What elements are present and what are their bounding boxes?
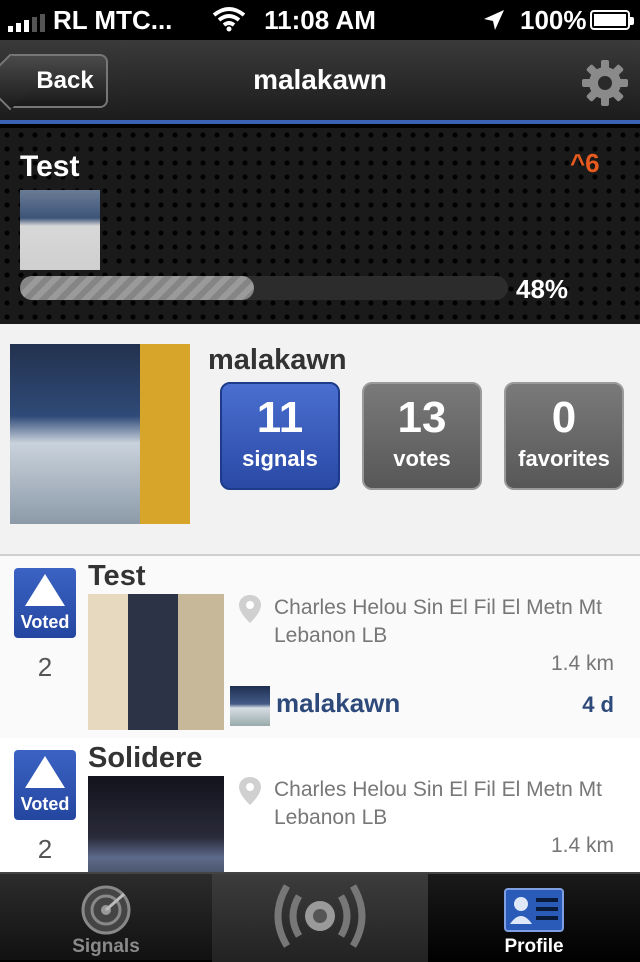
user-avatar xyxy=(230,686,270,726)
favorites-label: favorites xyxy=(518,446,610,471)
gear-icon[interactable] xyxy=(580,58,630,108)
signal-title: Solidere xyxy=(88,742,203,774)
signal-title: Test xyxy=(20,150,80,183)
signals-stat-button[interactable]: 11 signals xyxy=(220,382,340,490)
signal-list[interactable]: Voted 2 Test Charles Helou Sin El Fil El… xyxy=(0,556,640,872)
battery-percent: 100% xyxy=(520,5,587,35)
tab-signals[interactable]: Signals xyxy=(0,874,212,962)
signal-distance: 1.4 km xyxy=(550,834,614,857)
status-bar: RL MTC... 11:08 AM 100% xyxy=(0,0,640,40)
signal-age: 4 d xyxy=(582,692,614,717)
signal-title: Test xyxy=(88,560,146,592)
avatar[interactable] xyxy=(10,344,190,524)
back-label: Back xyxy=(36,67,94,94)
vote-button[interactable]: Voted xyxy=(14,568,76,638)
tab-profile-label: Profile xyxy=(504,936,564,957)
tab-signals-label: Signals xyxy=(72,936,140,957)
signal-photo xyxy=(88,594,224,730)
vote-count-badge: ^6 xyxy=(570,148,600,178)
navigation-bar: Back malakawn xyxy=(0,40,640,124)
votes-label: votes xyxy=(393,446,451,471)
profile-name: malakawn xyxy=(208,344,347,376)
signal-thumbnail xyxy=(20,190,100,270)
tab-bar: Signals Profile xyxy=(0,872,640,962)
voted-label: Voted xyxy=(20,794,70,814)
broadcast-icon xyxy=(274,884,366,948)
vote-count: 2 xyxy=(37,834,53,864)
voted-label: Voted xyxy=(20,612,70,632)
signal-distance: 1.4 km xyxy=(550,652,614,675)
favorites-count: 0 xyxy=(551,393,577,442)
location-pin-icon xyxy=(239,777,261,805)
tab-broadcast[interactable] xyxy=(212,874,428,962)
list-item[interactable]: Voted 2 Solidere Charles Helou Sin El Fi… xyxy=(0,738,640,872)
page-title: malakawn xyxy=(253,64,387,95)
progress-fill xyxy=(20,276,255,300)
upvote-triangle-icon xyxy=(25,756,65,788)
location-pin-icon xyxy=(239,595,261,623)
radar-icon xyxy=(81,885,131,935)
signal-photo xyxy=(88,776,224,872)
votes-count: 13 xyxy=(397,393,447,442)
progress-percent: 48% xyxy=(516,274,569,304)
list-item[interactable]: Voted 2 Test Charles Helou Sin El Fil El… xyxy=(0,556,640,738)
profile-header: malakawn 11 signals 13 votes 0 favorites xyxy=(0,324,640,556)
current-signal-panel[interactable]: Test ^6 48% xyxy=(0,128,640,324)
signal-address: Charles Helou Sin El Fil El Metn Mt Leba… xyxy=(274,778,602,829)
signal-username[interactable]: malakawn xyxy=(276,688,400,719)
vote-count: 2 xyxy=(37,652,53,682)
vote-button[interactable]: Voted xyxy=(14,750,76,820)
upvote-triangle-icon xyxy=(25,574,65,606)
signals-label: signals xyxy=(242,446,318,471)
favorites-stat-button[interactable]: 0 favorites xyxy=(504,382,624,490)
profile-card-icon xyxy=(504,888,564,932)
votes-stat-button[interactable]: 13 votes xyxy=(362,382,482,490)
location-arrow-icon xyxy=(484,10,504,30)
signal-address: Charles Helou Sin El Fil El Metn Mt Leba… xyxy=(274,596,602,647)
tab-profile[interactable]: Profile xyxy=(428,874,640,962)
progress-bar xyxy=(20,276,508,300)
signals-count: 11 xyxy=(256,393,304,442)
battery-icon xyxy=(590,10,634,30)
